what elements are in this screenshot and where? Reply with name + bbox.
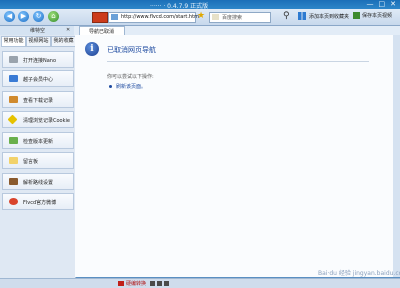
sidebar-item-label: 清理浏览记录Cookie [23,118,70,124]
sidebar-item-weibo[interactable]: Flvcd官方微博 [2,193,74,210]
status-icon-b[interactable] [157,281,162,286]
page-title: 已取消网页导航 [107,46,156,54]
right-rail [393,35,400,277]
status-icon-c[interactable] [164,281,169,286]
sidebar-item-clear-cookies[interactable]: 清理浏览记录Cookie [2,111,74,128]
content-area: i 已取消网页导航 你可以尝试以下操作: 刷新该页面。 [75,35,393,277]
tab-my-favorites[interactable]: 我的收藏 [51,36,76,47]
sidebar-title: 维特空 [30,28,46,34]
save-video-label: 保存本页视频 [362,13,393,19]
tab-common-functions[interactable]: 常用功能 [1,36,26,47]
home-icon[interactable]: ⌂ [48,11,59,22]
title-bar: ······ · 0.4.7.9 正式版 — □ ✕ [0,0,400,10]
warning-icon [7,114,18,125]
close-window-button[interactable]: ✕ [390,0,396,8]
window-controls: — □ ✕ [367,0,397,8]
divider [107,61,369,62]
hint-text: 你可以尝试以下操作: [107,74,154,80]
update-icon [9,137,18,144]
search-input[interactable]: 百度搜索 [209,12,271,23]
add-favorite-button[interactable]: 添加本页到收藏夹 [309,13,349,20]
status-flag-icon [118,281,124,286]
minimize-button[interactable]: — [367,0,374,8]
info-icon: i [85,42,99,56]
maximize-button[interactable]: □ [379,0,386,8]
site-icon[interactable] [92,12,108,23]
search-text: 百度搜索 [222,15,243,21]
sidebar-item-label: 解析路线设置 [23,180,54,186]
watermark: Bai·du 经验 jingyan.baidu.com [318,270,400,277]
save-icon [353,12,360,19]
weibo-icon [9,198,18,205]
sidebar-item-download-history[interactable]: 查看下载记录 [2,91,74,108]
refresh-icon[interactable]: ↻ [33,11,44,22]
sidebar-item-label: 检查版本更新 [23,139,54,145]
tab-video-sites[interactable]: 视频网站 [26,36,51,47]
url-text: http://www.flvcd.com/start.htm [121,14,199,20]
sidebar-item-label: 留言板 [23,159,39,165]
sidebar-item-label: 越子会员中心 [23,77,54,83]
member-icon [9,75,18,82]
download-icon [9,96,18,103]
tab-label: 导航已取消 [89,29,115,35]
favorite-star-icon[interactable]: ★ [197,11,205,21]
sidebar: 常用功能 视频网站 我的收藏 打开连接Nano 越子会员中心 查看下载记录 清理… [0,35,76,278]
nano-icon [9,56,18,63]
settings-icon [9,178,18,185]
address-bar[interactable]: http://www.flvcd.com/start.htm [108,12,199,23]
sidebar-item-message-board[interactable]: 留言板 [2,152,74,169]
sidebar-item-label: Flvcd官方微博 [23,200,57,206]
sidebar-item-label: 打开连接Nano [23,58,57,64]
search-engine-icon [212,14,219,20]
status-label[interactable]: 硬编转换 [126,280,146,287]
sidebar-item-label: 查看下载记录 [23,98,54,104]
sidebar-item-check-update[interactable]: 检查版本更新 [2,132,74,149]
status-icon-a[interactable] [150,281,155,286]
sidebar-item-member-center[interactable]: 越子会员中心 [2,70,74,87]
sidebar-item-open-nano[interactable]: 打开连接Nano [2,51,74,68]
sidebar-tabs: 常用功能 视频网站 我的收藏 [1,36,76,47]
toolbar: ◀ ▶ ↻ ⌂ http://www.flvcd.com/start.htm ★… [0,9,400,26]
bullet-icon [109,85,112,88]
sidebar-item-parse-settings[interactable]: 解析路线设置 [2,173,74,190]
refresh-page-link[interactable]: 刷新该页面。 [116,83,146,90]
save-video-button[interactable]: 保存本页视频 [350,11,395,21]
sidebar-close-icon[interactable]: ✕ [66,27,70,33]
note-icon [9,157,18,164]
search-icon[interactable]: ⚲ [283,11,290,21]
page-icon [111,14,118,20]
grid-icon[interactable] [298,12,306,20]
sidebar-header: 维特空 ✕ [0,26,74,35]
forward-icon[interactable]: ▶ [18,11,29,22]
back-icon[interactable]: ◀ [4,11,15,22]
